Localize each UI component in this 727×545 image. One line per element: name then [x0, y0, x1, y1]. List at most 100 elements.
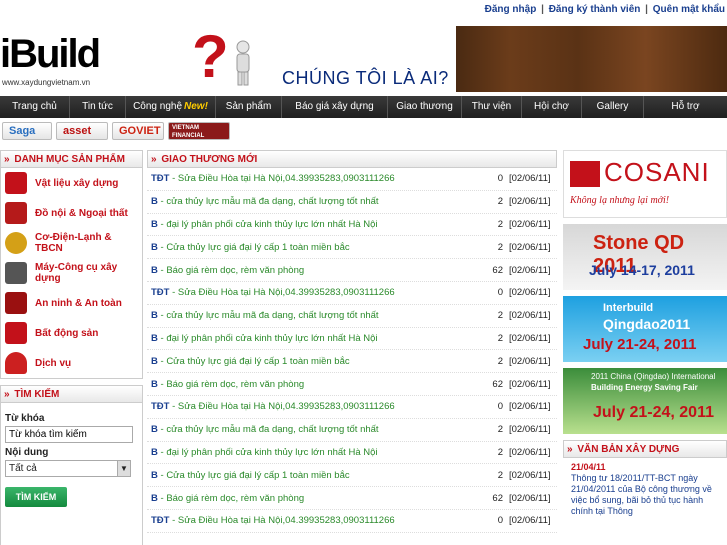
partner-asset[interactable]: asset: [56, 122, 108, 140]
nav-home[interactable]: Trang chủ: [0, 96, 70, 118]
category-security[interactable]: An ninh & An toàn: [1, 288, 142, 318]
doc-item[interactable]: 21/04/11 Thông tư 18/2011/TT-BCT ngày 21…: [563, 458, 727, 517]
trade-title[interactable]: TĐT - Sửa Điều Hòa tại Hà Nội,04.3993528…: [151, 173, 473, 184]
trade-title[interactable]: B - cửa thủy lực mẫu mã đa dạng, chất lư…: [151, 196, 473, 207]
trade-title[interactable]: TĐT - Sửa Điều Hòa tại Hà Nội,04.3993528…: [151, 515, 473, 526]
nav-products[interactable]: Sản phẩm: [216, 96, 282, 118]
doc-date: 21/04/11: [571, 462, 606, 472]
trade-title[interactable]: B - Báo giá rèm dọc, rèm văn phòng: [151, 493, 473, 504]
trade-title[interactable]: TĐT - Sửa Điều Hòa tại Hà Nội,04.3993528…: [151, 287, 473, 298]
partner-saga[interactable]: Saga: [2, 122, 52, 140]
login-link[interactable]: Đăng nhập: [485, 4, 537, 15]
category-building-materials[interactable]: Vật liệu xây dựng: [1, 168, 142, 198]
table-row[interactable]: B - Cửa thủy lực giá đại lý cấp 1 toàn m…: [147, 464, 557, 488]
category-machinery[interactable]: Máy-Công cụ xây dựng: [1, 258, 142, 288]
table-row[interactable]: B - cửa thủy lực mẫu mã đa dạng, chất lư…: [147, 419, 557, 442]
catalog-header: » DANH MỤC SẢN PHẨM: [0, 150, 143, 168]
trade-title[interactable]: B - Báo giá rèm dọc, rèm văn phòng: [151, 379, 473, 390]
header-banner[interactable]: ? CHÚNG TÔI LÀ AI?: [186, 23, 456, 92]
nav-library[interactable]: Thư viện: [462, 96, 522, 118]
table-row[interactable]: B - Cửa thủy lực giá đại lý cấp 1 toàn m…: [147, 236, 557, 260]
table-row[interactable]: B - cửa thủy lực mẫu mã đa dạng, chất lư…: [147, 191, 557, 214]
trade-text: - Sửa Điều Hòa tại Hà Nội,04.39935283,09…: [169, 287, 395, 299]
trade-count: 0: [497, 287, 503, 299]
trade-code: B: [151, 264, 158, 276]
table-row[interactable]: B - Báo giá rèm dọc, rèm văn phòng 62 [02/…: [147, 487, 557, 510]
register-link[interactable]: Đăng ký thành viên: [549, 4, 641, 15]
sofa-icon: [5, 202, 27, 224]
trade-header: » GIAO THƯƠNG MỚI: [147, 150, 557, 168]
table-row[interactable]: B - đại lý phân phối cửa kinh thủy lực l…: [147, 214, 557, 237]
trade-count: 62: [492, 264, 503, 276]
trade-date: [02/06/11]: [509, 469, 551, 481]
brick-icon: [5, 172, 27, 194]
ad-stone-qd[interactable]: Stone QD 2011 July 14-17, 2011: [563, 224, 727, 290]
partner-financial-review[interactable]: VIETNAM FINANCIAL REVIEW: [168, 122, 230, 147]
table-row[interactable]: B - cửa thủy lực mẫu mã đa dạng, chất lư…: [147, 305, 557, 328]
table-row[interactable]: TĐT - Sửa Điều Hòa tại Hà Nội,04.3993528…: [147, 168, 557, 191]
trade-count: 2: [497, 469, 503, 481]
trade-text: - Sửa Điều Hòa tại Hà Nội,04.39935283,09…: [169, 515, 395, 527]
trade-title[interactable]: B - đại lý phân phối cửa kinh thủy lực l…: [151, 333, 473, 344]
trade-title[interactable]: B - đại lý phân phối cửa kinh thủy lực l…: [151, 447, 473, 458]
question-mark-icon: ?: [192, 23, 229, 90]
table-row[interactable]: B - Báo giá rèm dọc, rèm văn phòng 62 [02/…: [147, 373, 557, 396]
helmet-icon: [5, 352, 27, 374]
nav-trade[interactable]: Giao thương: [388, 96, 462, 118]
trade-code: B: [151, 424, 158, 436]
docs-header: » VĂN BẢN XÂY DỰNG: [563, 440, 727, 458]
trade-title[interactable]: B - cửa thủy lực mẫu mã đa dạng, chất lư…: [151, 310, 473, 321]
category-mep[interactable]: Cơ-Điện-Lạnh & TBCN: [1, 228, 142, 258]
category-furniture[interactable]: Đồ nội & Ngoại thất: [1, 198, 142, 228]
table-row[interactable]: B - Báo giá rèm dọc, rèm văn phòng 62 [02/…: [147, 259, 557, 282]
top-links: Đăng nhập | Đăng ký thành viên | Quên mậ…: [485, 4, 725, 15]
docs-box: » VĂN BẢN XÂY DỰNG 21/04/11 Thông tư 18/…: [563, 440, 727, 517]
partner-goviet[interactable]: GOVIET: [112, 122, 164, 140]
trade-title[interactable]: TĐT - Sửa Điều Hòa tại Hà Nội,04.3993528…: [151, 401, 473, 412]
trade-date: [02/06/11]: [509, 287, 551, 299]
content-select[interactable]: Tất cả ▼: [5, 460, 131, 477]
cosani-logo-icon: [570, 161, 600, 187]
nav-support[interactable]: Hỗ trợ: [644, 96, 727, 118]
left-sidebar: » DANH MỤC SẢN PHẨM Vật liệu xây dựng Đồ…: [0, 150, 143, 545]
trade-date: [02/06/11]: [509, 446, 551, 458]
search-button[interactable]: TÌM KIẾM: [5, 487, 67, 507]
trade-code: B: [151, 469, 158, 481]
trade-text: - cửa thủy lực mẫu mã đa dạng, chất lượn…: [157, 310, 379, 322]
nav-gallery[interactable]: Gallery: [582, 96, 644, 118]
category-services[interactable]: Dịch vụ: [1, 348, 142, 378]
category-real-estate[interactable]: Bất động sản: [1, 318, 142, 348]
site-logo[interactable]: iBuild www.xaydungvietnam.vn: [0, 26, 101, 92]
trade-title[interactable]: B - Báo giá rèm dọc, rèm văn phòng: [151, 265, 473, 276]
trade-title[interactable]: B - Cửa thủy lực giá đại lý cấp 1 toàn m…: [151, 470, 473, 481]
trade-title[interactable]: B - đại lý phân phối cửa kinh thủy lực l…: [151, 219, 473, 230]
trade-code: B: [151, 196, 158, 208]
nav-fairs[interactable]: Hội chợ: [522, 96, 582, 118]
table-row[interactable]: TĐT - Sửa Điều Hòa tại Hà Nội,04.3993528…: [147, 510, 557, 533]
ad-interbuild[interactable]: Interbuild Qingdao2011 July 21-24, 2011: [563, 296, 727, 362]
nav-technology[interactable]: Công nghệ New!: [126, 96, 216, 118]
tools-icon: [5, 262, 27, 284]
trade-count: 2: [497, 196, 503, 208]
trade-code: B: [151, 446, 158, 458]
table-row[interactable]: B - đại lý phân phối cửa kinh thủy lực l…: [147, 442, 557, 465]
keyword-input[interactable]: [5, 426, 133, 443]
logo-url: www.xaydungvietnam.vn: [2, 78, 91, 87]
ad-energy-fair[interactable]: 2011 China (Qingdao) International Build…: [563, 368, 727, 434]
trade-text: - Báo giá rèm dọc, rèm văn phòng: [157, 378, 305, 390]
forgot-password-link[interactable]: Quên mật khẩu: [653, 4, 725, 15]
trade-date: [02/06/11]: [509, 241, 551, 253]
trade-title[interactable]: B - Cửa thủy lực giá đại lý cấp 1 toàn m…: [151, 242, 473, 253]
nav-construction-prices[interactable]: Báo giá xây dựng: [282, 96, 388, 118]
table-row[interactable]: B - Cửa thủy lực giá đại lý cấp 1 toàn m…: [147, 350, 557, 374]
trade-title[interactable]: B - cửa thủy lực mẫu mã đa dạng, chất lư…: [151, 424, 473, 435]
separator: |: [645, 4, 648, 15]
table-row[interactable]: TĐT - Sửa Điều Hòa tại Hà Nội,04.3993528…: [147, 282, 557, 305]
main-nav: Trang chủ Tin tức Công nghệ New! Sản phẩm…: [0, 96, 727, 118]
trade-title[interactable]: B - Cửa thủy lực giá đại lý cấp 1 toàn m…: [151, 356, 473, 367]
ad-cosani[interactable]: COSANI Không lạ nhưng lại mới!: [563, 150, 727, 218]
nav-news[interactable]: Tin tức: [70, 96, 126, 118]
table-row[interactable]: TĐT - Sửa Điều Hòa tại Hà Nội,04.3993528…: [147, 396, 557, 419]
table-row[interactable]: B - đại lý phân phối cửa kinh thủy lực l…: [147, 328, 557, 351]
logo-wordmark: iBuild: [0, 32, 101, 76]
